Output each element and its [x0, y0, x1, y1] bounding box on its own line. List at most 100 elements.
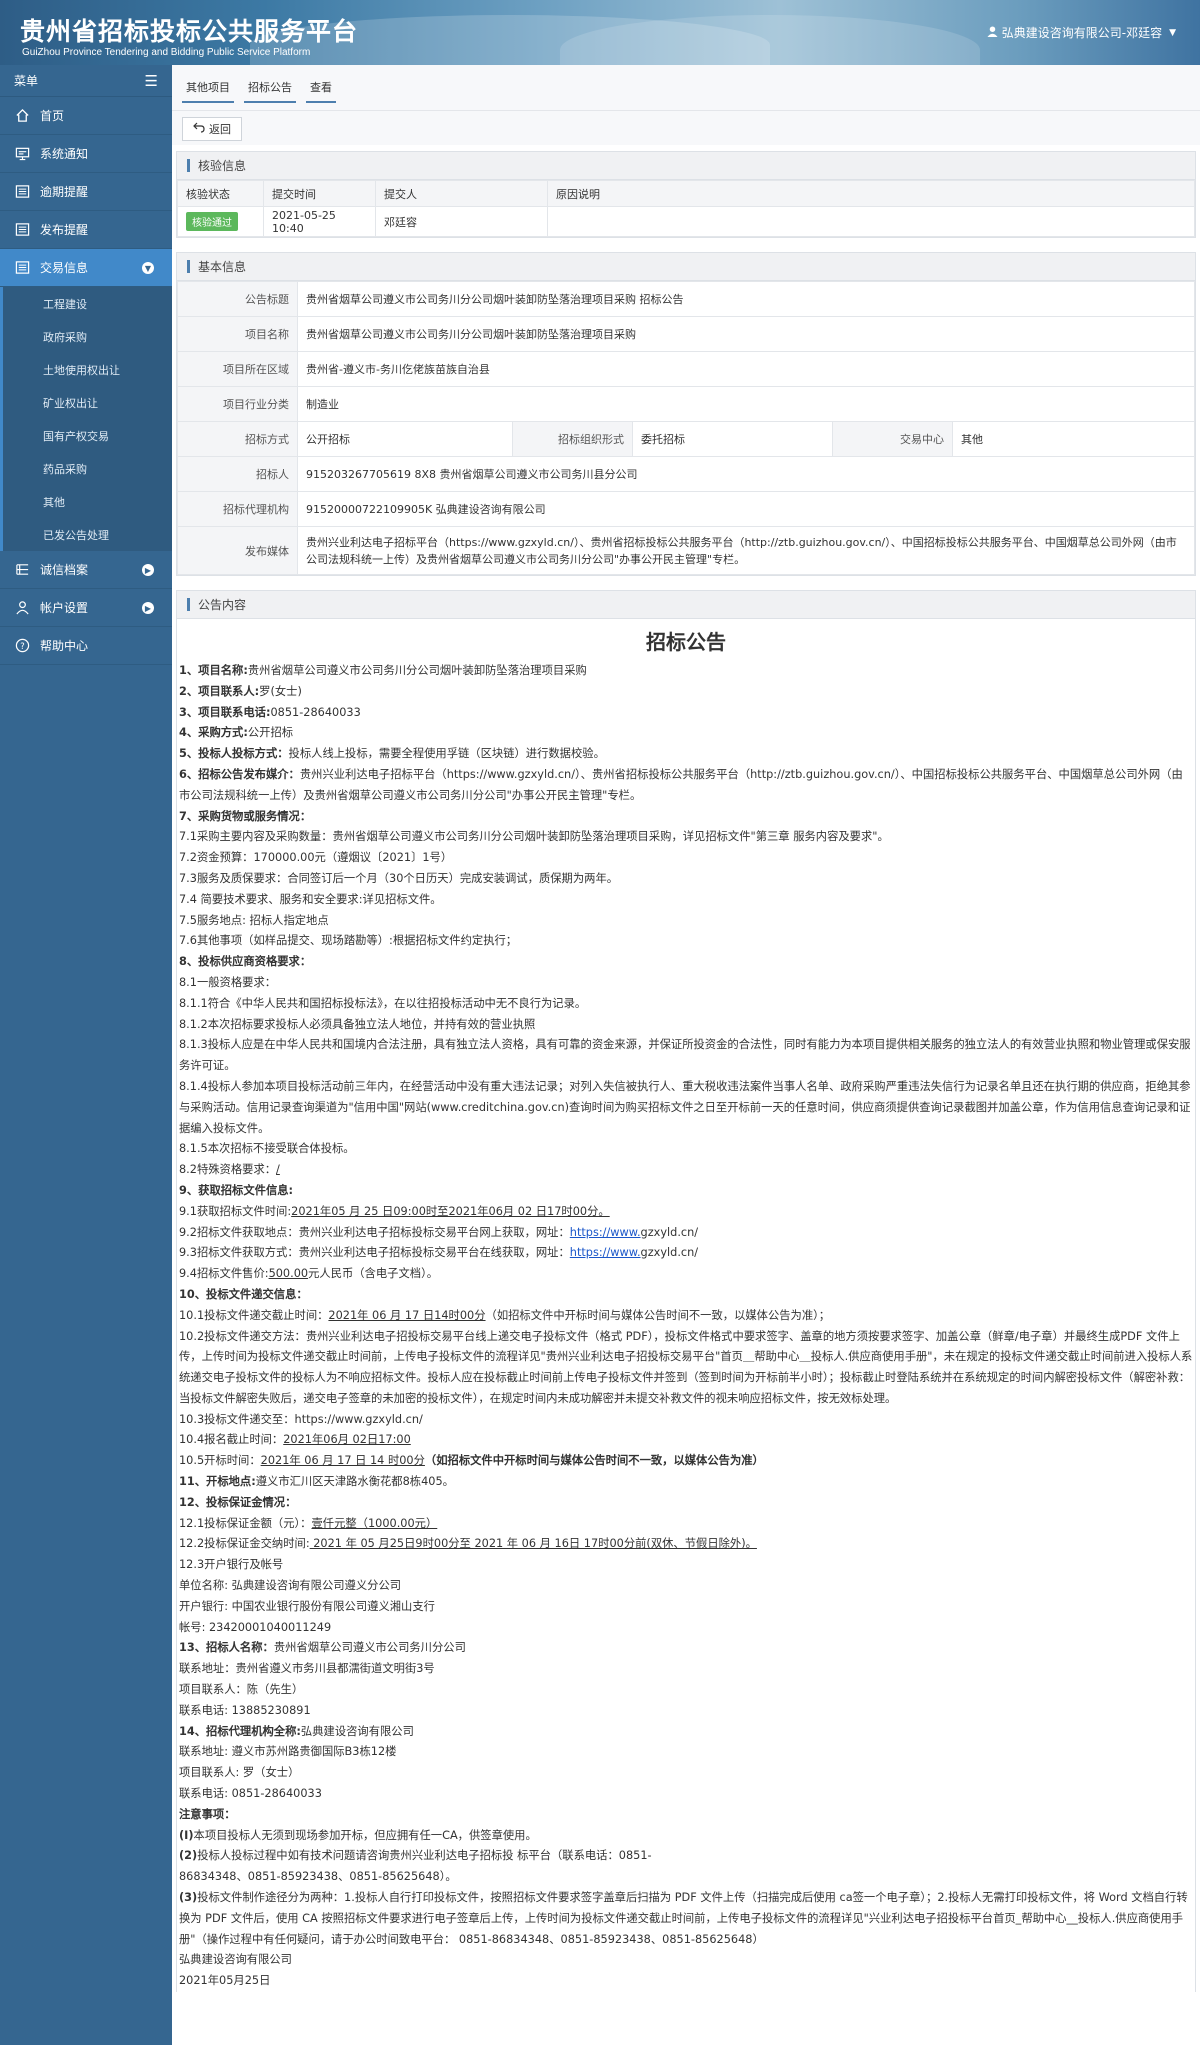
breadcrumb-item[interactable]: 招标公告 — [244, 79, 296, 103]
notice-line: 11、开标地点:遵义市汇川区天津路水衡花都8栋405。 — [179, 1472, 1193, 1493]
notice-line: 8.2特殊资格要求：/ — [179, 1160, 1193, 1181]
sidebar-item-credit[interactable]: 诚信档案 ▶ — [0, 551, 172, 589]
notice-text: 3、项目联系电话: — [179, 705, 271, 719]
field-label: 招标人 — [177, 456, 298, 492]
submenu-trade-info: 工程建设 政府采购 土地使用权出让 矿业权出让 国有产权交易 药品采购 其他 已… — [0, 287, 172, 551]
sidebar-subitem[interactable]: 工程建设 — [0, 287, 172, 320]
chevron-right-icon: ▶ — [142, 564, 154, 576]
sidebar-subitem[interactable]: 矿业权出让 — [0, 386, 172, 419]
sidebar-subitem[interactable]: 政府采购 — [0, 320, 172, 353]
back-button[interactable]: 返回 — [182, 117, 242, 141]
notice-text: (2) — [179, 1849, 198, 1863]
notice-text: 罗(女士) — [259, 684, 302, 698]
status-cell: 核验通过 — [177, 206, 264, 237]
notice-text: 遵义市汇川区天津路水衡花都8栋405。 — [255, 1475, 454, 1489]
user-name: 弘典建设咨询有限公司-邓廷容 — [1001, 26, 1163, 40]
field-label: 招标代理机构 — [177, 491, 298, 527]
sidebar-item-label: 系统通知 — [40, 147, 89, 161]
notice-text: 9.3招标文件获取方式：贵州兴业利达电子招标投标交易平台在线获取，网址： — [179, 1246, 570, 1260]
sidebar-item-home[interactable]: 首页 — [0, 97, 172, 135]
notice-text: 10.5开标时间： — [179, 1454, 261, 1468]
region-value: 贵州省-遵义市-务川仡佬族苗族自治县 — [297, 351, 1195, 387]
notice-line: 5、投标人投标方式：投标人线上投标，需要全程使用孚链（区块链）进行数据校验。 — [179, 744, 1193, 765]
signature-org: 弘典建设咨询有限公司 — [179, 1953, 292, 1967]
notice-line: 联系地址: 遵义市苏州路贵御国际B3栋12楼 — [179, 1745, 397, 1759]
project-name-value: 贵州省烟草公司遵义市公司务川分公司烟叶装卸防坠落治理项目采购 — [297, 316, 1195, 352]
sidebar-item-overdue[interactable]: 逾期提醒 — [0, 173, 172, 211]
caret-down-icon: ▼ — [1169, 27, 1176, 38]
sidebar-item-account[interactable]: 帐户设置 ▶ — [0, 589, 172, 627]
status-badge: 核验通过 — [186, 212, 238, 231]
sidebar-item-help[interactable]: ? 帮助中心 — [0, 627, 172, 665]
notice-line: 9.2招标文件获取地点：贵州兴业利达电子招标投标交易平台网上获取，网址：http… — [179, 1223, 1193, 1244]
column-header: 提交人 — [375, 180, 548, 207]
notice-line: 4、采购方式:公开招标 — [179, 723, 1193, 744]
sidebar-subitem[interactable]: 国有产权交易 — [0, 419, 172, 452]
notice-line: (2)投标人投标过程中如有技术问题请咨询贵州兴业利达电子招标投 标平台（联系电话… — [179, 1846, 1193, 1867]
notice-line: 1、项目名称:贵州省烟草公司遵义市公司务川分公司烟叶装卸防坠落治理项目采购 — [179, 661, 1193, 682]
notice-line: 12.3开户银行及帐号 — [179, 1558, 284, 1572]
notice-text: 贵州兴业利达电子招标平台（https://www.gzxyld.cn/）、贵州省… — [179, 767, 1183, 802]
notice-line: 12.2投标保证金交纳时间: 2021 年 05 月25日9时00分至 2021… — [179, 1534, 1193, 1555]
notice-text: 5、投标人投标方式： — [179, 747, 289, 761]
notice-text: 10.1投标文件递交截止时间： — [179, 1308, 329, 1322]
sidebar-item-notice[interactable]: 系统通知 — [0, 135, 172, 173]
user-menu[interactable]: 弘典建设咨询有限公司-邓廷容 ▼ — [987, 24, 1176, 41]
breadcrumb: 其他项目 招标公告 查看 — [172, 65, 1200, 111]
help-icon: ? — [14, 638, 30, 654]
hamburger-icon[interactable]: ☰ — [145, 72, 158, 90]
signature-date: 2021年05月25日 — [179, 1974, 271, 1988]
field-label: 公告标题 — [177, 281, 298, 317]
link[interactable]: https://www. — [570, 1246, 641, 1259]
sidebar-header: 菜单 ☰ — [0, 65, 172, 97]
sidebar-subitem[interactable]: 药品采购 — [0, 452, 172, 485]
sidebar-item-label: 首页 — [40, 109, 65, 123]
sidebar-item-label: 诚信档案 — [40, 563, 89, 577]
sidebar-subitem[interactable]: 土地使用权出让 — [0, 353, 172, 386]
notice-text: 2021 年 05 月25日9时00分至 2021 年 06 月 16日 17时… — [309, 1537, 757, 1551]
notice-text: 8.2特殊资格要求： — [179, 1163, 277, 1177]
user-icon — [987, 25, 998, 40]
platform-subtitle: GuiZhou Province Tendering and Bidding P… — [22, 47, 311, 58]
list-icon — [14, 562, 30, 578]
notice-text: 12.2投标保证金交纳时间: — [179, 1537, 310, 1551]
field-label: 项目行业分类 — [177, 386, 298, 422]
method-value: 公开招标 — [297, 421, 513, 457]
list-icon — [14, 184, 30, 200]
field-label: 交易中心 — [832, 421, 953, 457]
toolbar: 返回 — [172, 111, 1200, 145]
sidebar-item-publish[interactable]: 发布提醒 — [0, 211, 172, 249]
back-label: 返回 — [209, 123, 231, 136]
notice-line: 12、投标保证金情况： — [179, 1493, 1193, 1514]
notice-text: 10、投标文件递交信息： — [179, 1287, 308, 1301]
notice-text: 9.1获取招标文件时间: — [179, 1204, 292, 1218]
sidebar-subitem[interactable]: 其他 — [0, 485, 172, 518]
back-icon — [193, 122, 205, 136]
notice-text: 2021年 06 月 17 日 14 时00分 — [260, 1454, 425, 1468]
home-icon — [14, 108, 30, 124]
breadcrumb-item[interactable]: 查看 — [306, 79, 336, 103]
table-header-row: 核验状态 提交时间 提交人 原因说明 — [177, 180, 1195, 207]
notice-text: 元人民币（含电子文档）。 — [308, 1267, 439, 1281]
sidebar-subitem[interactable]: 已发公告处理 — [0, 518, 172, 551]
notice-line: 2、项目联系人:罗(女士) — [179, 682, 1193, 703]
notice-text: 注意事项： — [179, 1807, 236, 1821]
notice-text: 11、开标地点: — [179, 1475, 256, 1489]
chevron-down-icon: ▼ — [142, 262, 154, 274]
notice-line: 7、采购货物或服务情况： — [179, 807, 1193, 828]
chevron-right-icon: ▶ — [142, 602, 154, 614]
notice-text: (I) — [179, 1828, 194, 1842]
tenderer-value: 915203267705619 8X8 贵州省烟草公司遵义市公司务川县分公司 — [297, 456, 1195, 492]
notice-line: 7.5服务地点: 招标人指定地点 — [179, 913, 329, 927]
agency-value: 91520000722109905K 弘典建设咨询有限公司 — [297, 491, 1195, 527]
notice-line: 9.3招标文件获取方式：贵州兴业利达电子招标投标交易平台在线获取，网址：http… — [179, 1243, 1193, 1264]
field-label: 发布媒体 — [177, 526, 298, 575]
column-header: 提交时间 — [263, 180, 376, 207]
reason-cell — [547, 206, 1195, 237]
notice-text: 1、项目名称: — [179, 664, 248, 677]
svg-text:?: ? — [20, 641, 24, 651]
notice-line: 联系地址：贵州省遵义市务川县都濡街道文明街3号 — [179, 1662, 435, 1676]
sidebar-item-trade-info[interactable]: 交易信息 ▼ — [0, 249, 172, 287]
link[interactable]: https://www. — [570, 1226, 641, 1239]
breadcrumb-item[interactable]: 其他项目 — [182, 79, 234, 103]
